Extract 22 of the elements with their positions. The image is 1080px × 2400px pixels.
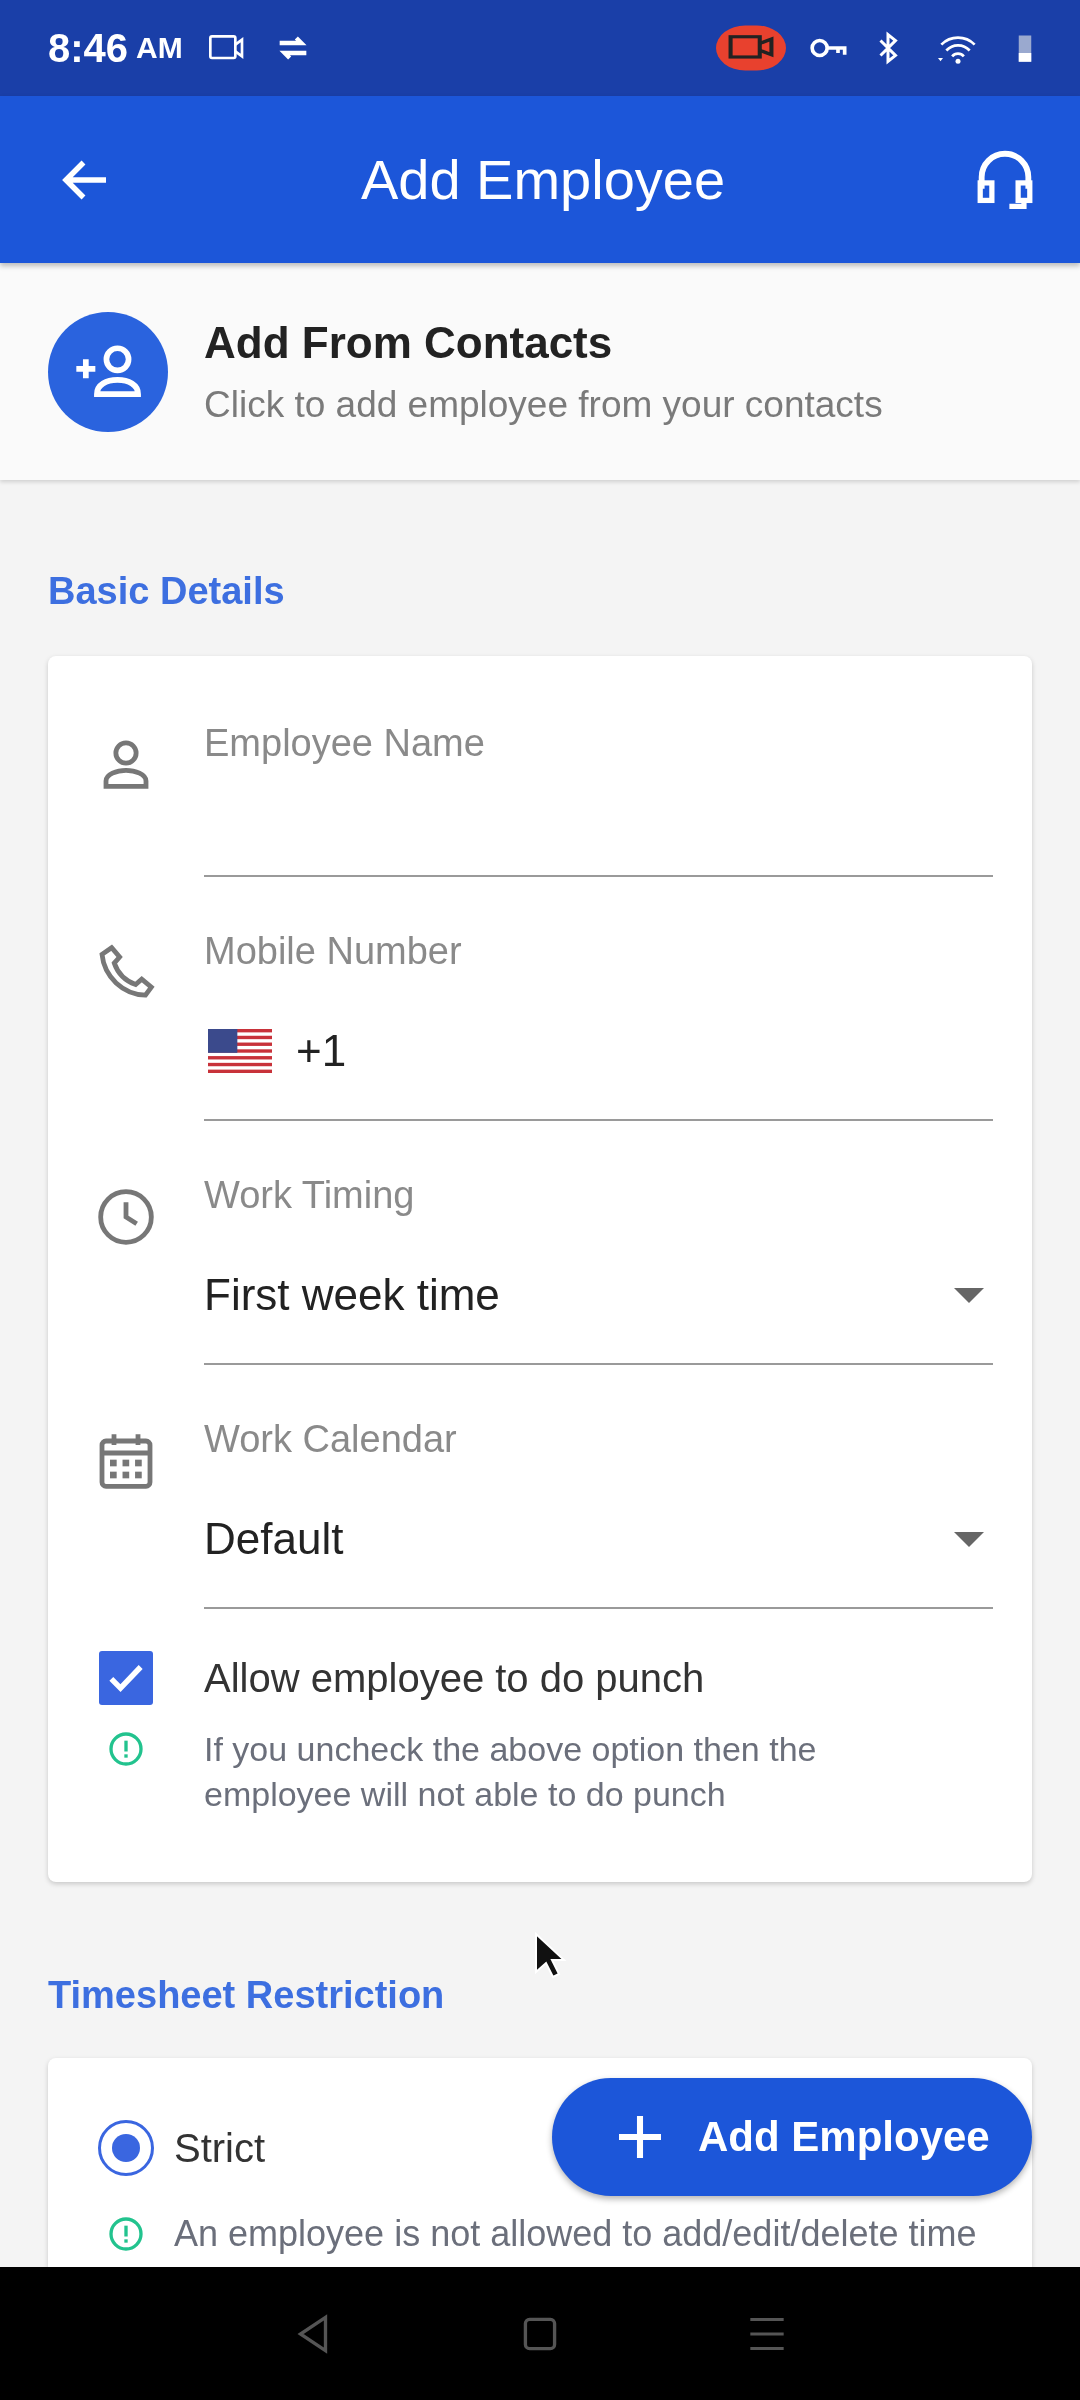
input-field[interactable]: Mobile Number +1 (204, 927, 993, 1121)
contacts-subtitle: Click to add employee from your contacts (204, 383, 883, 426)
checkbox[interactable] (99, 1651, 153, 1705)
clock-time: 8:46 (48, 25, 129, 71)
info-icon (106, 1729, 146, 1769)
dropdown-field[interactable]: Work Timing First week time (204, 1171, 993, 1365)
section-heading: Timesheet Restriction (48, 1974, 445, 2016)
dropdown-field[interactable]: Work Calendar Default (204, 1415, 993, 1609)
add-employee-button[interactable]: Add Employee (552, 2078, 1032, 2196)
checkbox-label: Allow employee to do punch (204, 1655, 706, 1701)
radio-button[interactable] (98, 2120, 154, 2176)
section-heading: Basic Details (48, 570, 285, 612)
info-icon (106, 2214, 146, 2254)
hint-text: An employee is not allowed to add/edit/delete time (174, 2214, 978, 2254)
dropdown-caret-icon (954, 1287, 984, 1303)
screen-title: Add Employee (359, 147, 727, 212)
flag-icon (208, 1029, 272, 1073)
dropdown-caret-icon (954, 1531, 984, 1547)
radio-label: Strict (174, 2125, 266, 2171)
clock-meridiem: AM (136, 31, 183, 65)
contacts-title[interactable]: Add From Contacts (204, 317, 883, 368)
hint-text: If you uncheck the above option then the employee will not able to do punch (204, 1729, 818, 1815)
